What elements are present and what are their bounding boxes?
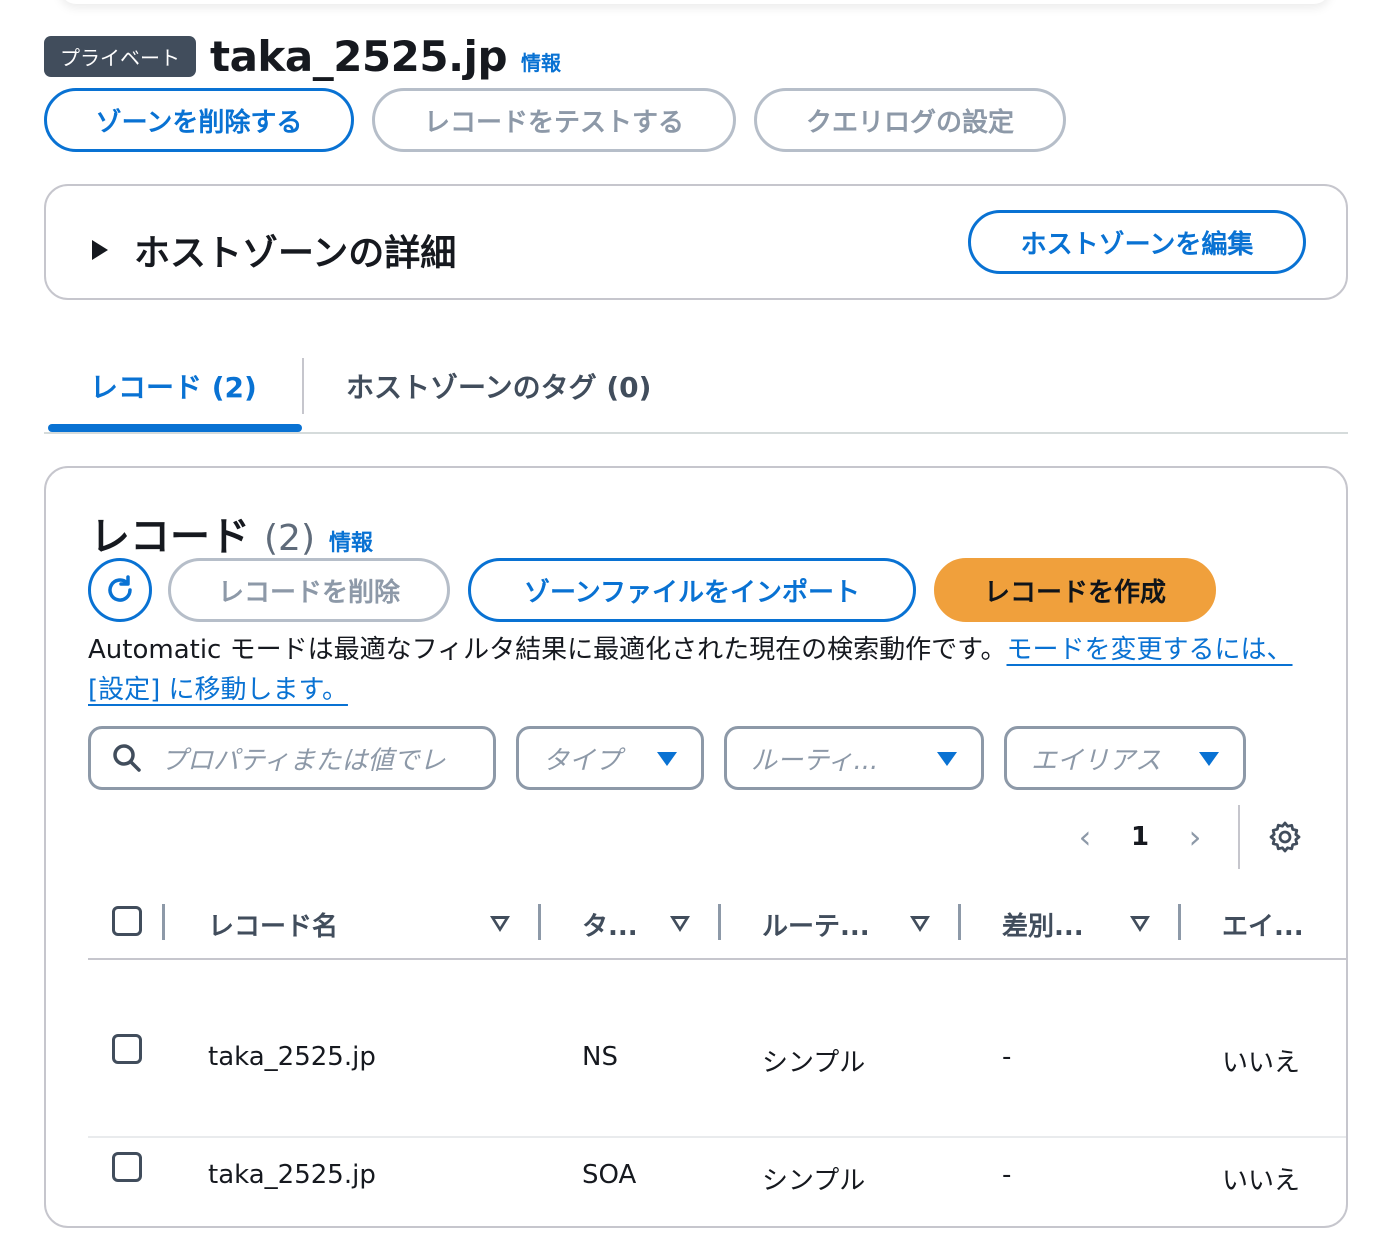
info-link[interactable]: 情報	[521, 47, 561, 76]
column-header-routing[interactable]: ルーテ...	[762, 906, 870, 943]
record-type: SOA	[582, 1160, 637, 1190]
prev-page-button[interactable]: ‹	[1060, 818, 1110, 856]
table-header: レコード名 タ... ルーテ... 差別... エイ...	[88, 888, 1346, 960]
column-divider	[538, 904, 541, 940]
search-icon	[113, 744, 141, 772]
select-all-checkbox[interactable]	[112, 906, 142, 936]
query-log-button[interactable]: クエリログの設定	[754, 88, 1066, 152]
sort-down-icon[interactable]	[490, 916, 510, 932]
current-page[interactable]: 1	[1110, 822, 1170, 852]
gear-icon[interactable]	[1268, 820, 1302, 854]
column-header-differentiator[interactable]: 差別...	[1002, 906, 1084, 943]
caret-right-icon	[92, 240, 108, 260]
sort-down-icon[interactable]	[670, 916, 690, 932]
description-text: Automatic モードは最適なフィルタ結果に最適化された現在の検索動作です。	[88, 635, 1007, 665]
sort-down-icon[interactable]	[1130, 916, 1150, 932]
records-count: (2)	[264, 518, 315, 559]
delete-record-button[interactable]: レコードを削除	[168, 558, 450, 622]
hosted-zone-details-panel: ホストゾーンの詳細 ホストゾーンを編集	[44, 184, 1348, 300]
record-differentiator: -	[1002, 1160, 1012, 1190]
routing-filter-select[interactable]: ルーティ...	[724, 726, 984, 790]
type-filter-label: タイプ	[543, 745, 622, 776]
active-tab-indicator	[48, 424, 302, 432]
search-mode-description: Automatic モードは最適なフィルタ結果に最適化された現在の検索動作です。…	[88, 630, 1298, 710]
private-badge: プライベート	[44, 35, 196, 77]
details-title: ホストゾーンの詳細	[134, 233, 457, 274]
refresh-icon	[108, 575, 132, 602]
records-header: レコード (2) 情報	[90, 504, 373, 562]
column-header-type[interactable]: タ...	[582, 906, 638, 943]
record-alias: いいえ	[1222, 1048, 1301, 1078]
row-checkbox[interactable]	[112, 1152, 142, 1182]
page-header: プライベート taka_2525.jp 情報	[44, 30, 561, 82]
caret-down-icon	[937, 752, 957, 766]
routing-filter-label: ルーティ...	[751, 745, 879, 776]
column-divider	[1178, 904, 1181, 940]
details-expand-toggle[interactable]: ホストゾーンの詳細	[92, 224, 456, 276]
search-placeholder: プロパティまたは値でレ	[161, 745, 446, 776]
row-divider	[88, 1136, 1346, 1138]
tab-bar: レコード (2) ホストゾーンのタグ (0)	[44, 352, 1348, 434]
tab-divider	[302, 358, 304, 414]
record-alias: いいえ	[1222, 1166, 1301, 1196]
records-info-link[interactable]: 情報	[329, 525, 373, 557]
sort-down-icon[interactable]	[910, 916, 930, 932]
caret-down-icon	[657, 752, 677, 766]
records-title: レコード	[90, 514, 250, 560]
delete-zone-button[interactable]: ゾーンを削除する	[44, 88, 354, 152]
top-card-edge	[60, 0, 1330, 4]
edit-hosted-zone-button[interactable]: ホストゾーンを編集	[968, 210, 1306, 274]
create-record-button[interactable]: レコードを作成	[934, 558, 1216, 622]
alias-filter-select[interactable]: エイリアス	[1004, 726, 1246, 790]
refresh-button[interactable]	[88, 558, 152, 622]
column-header-name[interactable]: レコード名	[208, 906, 338, 943]
next-page-button[interactable]: ›	[1170, 818, 1220, 856]
record-type: NS	[582, 1042, 618, 1072]
records-panel: レコード (2) 情報 レコードを削除 ゾーンファイルをインポート レコードを作…	[44, 466, 1348, 1228]
record-name: taka_2525.jp	[208, 1042, 376, 1072]
page-title: taka_2525.jp	[210, 31, 508, 81]
caret-down-icon	[1199, 752, 1219, 766]
tab-records[interactable]: レコード (2)	[90, 366, 257, 406]
pagination-divider	[1238, 805, 1240, 869]
search-input[interactable]: プロパティまたは値でレ	[88, 726, 496, 790]
import-zone-file-button[interactable]: ゾーンファイルをインポート	[468, 558, 916, 622]
row-checkbox[interactable]	[112, 1034, 142, 1064]
record-routing: シンプル	[762, 1048, 866, 1078]
column-divider	[718, 904, 721, 940]
record-differentiator: -	[1002, 1042, 1012, 1072]
type-filter-select[interactable]: タイプ	[516, 726, 704, 790]
record-name: taka_2525.jp	[208, 1160, 376, 1190]
record-routing: シンプル	[762, 1166, 866, 1196]
tab-tags[interactable]: ホストゾーンのタグ (0)	[346, 366, 651, 406]
test-record-button[interactable]: レコードをテストする	[372, 88, 736, 152]
pagination: ‹ 1 ›	[1060, 804, 1302, 870]
column-divider	[162, 904, 165, 940]
column-divider	[958, 904, 961, 940]
column-header-alias[interactable]: エイ...	[1222, 906, 1304, 943]
alias-filter-label: エイリアス	[1031, 745, 1162, 776]
